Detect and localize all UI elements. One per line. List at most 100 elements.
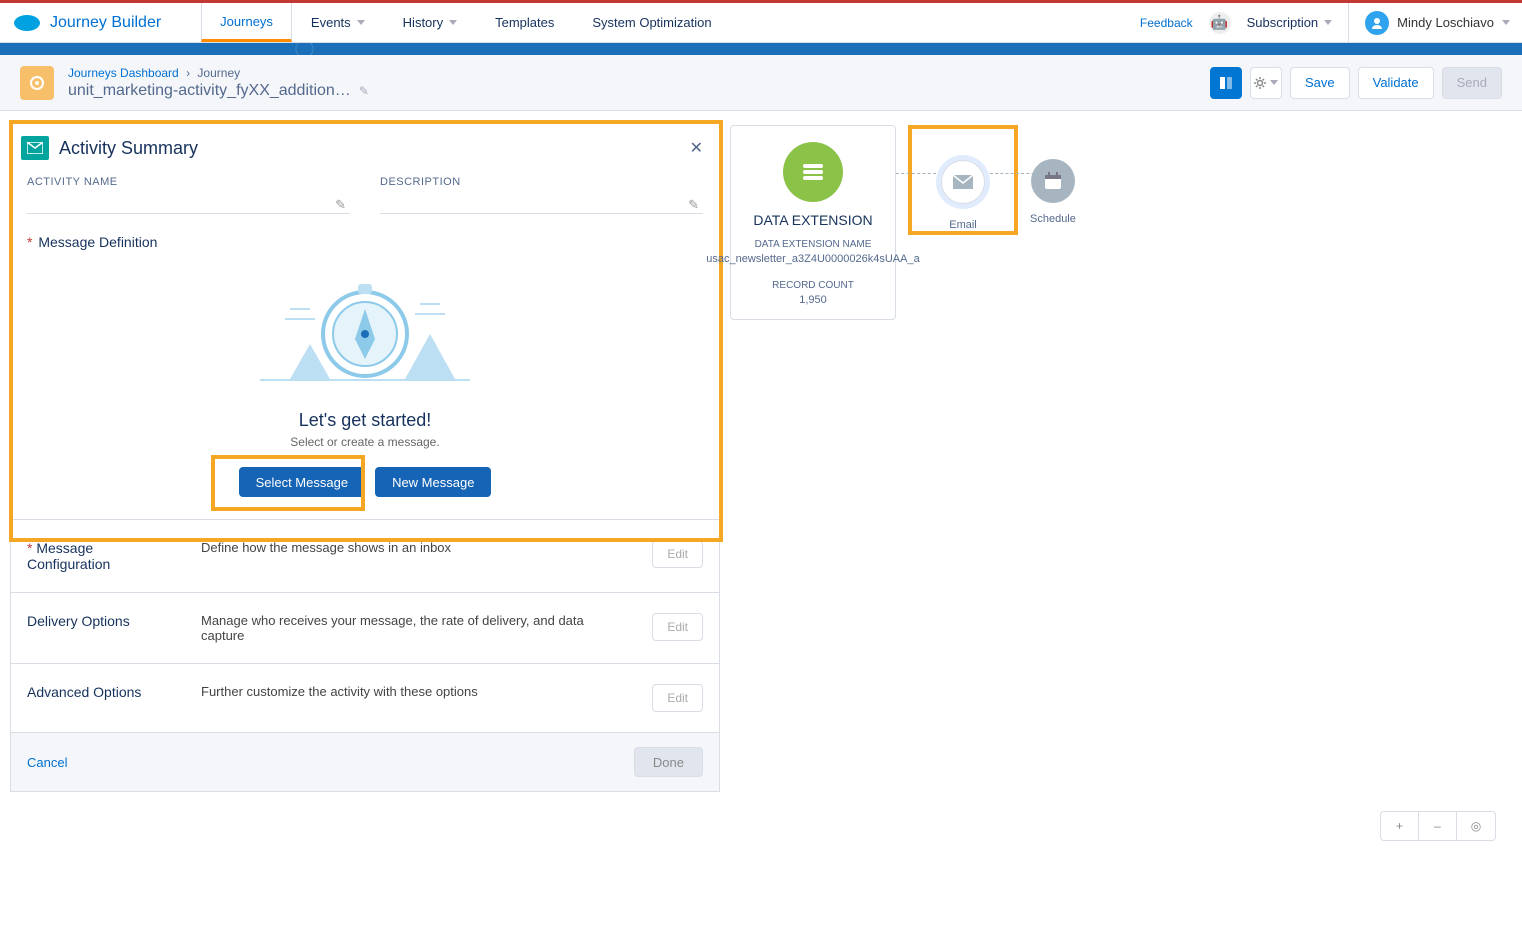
toolbar-actions: Save Validate Send	[1210, 67, 1502, 99]
chevron-down-icon	[449, 20, 457, 25]
form-row: ACTIVITY NAME ✎ DESCRIPTION ✎	[11, 170, 719, 218]
zoom-out-button[interactable]: –	[1419, 812, 1457, 840]
close-icon[interactable]: ✕	[690, 138, 703, 158]
tab-label: History	[403, 15, 443, 30]
tab-events[interactable]: Events	[292, 3, 384, 42]
email-glow	[936, 155, 990, 209]
de-name-label: DATA EXTENSION NAME	[706, 238, 919, 252]
message-definition-section: * Message Definition	[11, 218, 719, 254]
section-desc: Manage who receives your message, the ra…	[201, 613, 628, 643]
advanced-section: Advanced Options Further customize the a…	[11, 663, 719, 732]
required-marker: *	[27, 234, 32, 250]
main-area: Activity Summary ✕ ACTIVITY NAME ✎ DESCR…	[0, 111, 1522, 802]
edit-delivery-button[interactable]: Edit	[652, 613, 703, 641]
get-started-area: Let's get started! Select or create a me…	[11, 254, 719, 519]
description-input[interactable]: ✎	[380, 188, 703, 214]
edit-icon: ✎	[688, 197, 699, 213]
data-extension-icon	[783, 142, 843, 202]
panel-header: Activity Summary ✕	[11, 122, 719, 170]
zoom-controls: + – ◎	[1380, 811, 1496, 841]
section-label: Delivery Options	[27, 613, 177, 629]
de-meta: DATA EXTENSION NAME usac_newsletter_a3Z4…	[706, 238, 919, 309]
required-marker: *	[27, 540, 32, 556]
message-definition-label: Message Definition	[38, 234, 157, 250]
edit-advanced-button[interactable]: Edit	[652, 684, 703, 712]
pattern-bar	[0, 43, 1522, 55]
edit-name-icon[interactable]: ✎	[359, 84, 369, 98]
settings-button[interactable]	[1250, 67, 1282, 99]
de-name-value: usac_newsletter_a3Z4U0000026k4sUAA_a	[706, 252, 919, 267]
label-text: Message Configuration	[27, 540, 110, 572]
email-circle-icon	[941, 160, 985, 204]
done-button: Done	[634, 747, 703, 777]
button-row: Select Message New Message	[239, 467, 492, 497]
de-count-label: RECORD COUNT	[706, 279, 919, 293]
section-desc: Define how the message shows in an inbox	[201, 540, 628, 555]
chevron-down-icon	[357, 20, 365, 25]
tab-label: Events	[311, 15, 351, 30]
chevron-down-icon	[1270, 80, 1278, 85]
email-step[interactable]: Email	[936, 125, 990, 231]
journey-name-text: unit_marketing-activity_fyXX_addition…	[68, 82, 351, 100]
feedback-link[interactable]: Feedback	[1140, 16, 1193, 30]
message-config-section: * Message Configuration Define how the m…	[11, 519, 719, 592]
chevron-down-icon	[1324, 20, 1332, 25]
user-avatar-icon	[1365, 11, 1389, 35]
section-label: Advanced Options	[27, 684, 177, 700]
layout-toggle-button[interactable]	[1210, 67, 1242, 99]
tab-history[interactable]: History	[384, 3, 476, 42]
app-header: Journey Builder Journeys Events History …	[0, 3, 1522, 43]
select-message-button[interactable]: Select Message	[239, 467, 366, 497]
validate-button[interactable]: Validate	[1358, 67, 1434, 99]
delivery-section: Delivery Options Manage who receives you…	[11, 592, 719, 663]
save-button[interactable]: Save	[1290, 67, 1350, 99]
chevron-down-icon	[1502, 20, 1510, 25]
header-right: Feedback 🤖 Subscription Mindy Loschiavo	[1140, 3, 1510, 43]
edit-icon: ✎	[335, 197, 346, 213]
get-started-sub: Select or create a message.	[290, 435, 439, 449]
schedule-step[interactable]: Schedule	[1030, 125, 1076, 225]
cancel-button[interactable]: Cancel	[27, 755, 67, 770]
tab-label: Journeys	[220, 14, 273, 29]
description-group: DESCRIPTION ✎	[380, 176, 703, 214]
zoom-reset-button[interactable]: ◎	[1457, 812, 1495, 840]
schedule-label: Schedule	[1030, 213, 1076, 225]
tab-label: Templates	[495, 15, 554, 30]
schedule-circle-icon	[1031, 159, 1075, 203]
compass-illustration-icon	[250, 264, 480, 404]
connector	[896, 173, 936, 174]
subscription-label: Subscription	[1247, 15, 1319, 30]
zoom-in-button[interactable]: +	[1381, 812, 1419, 840]
de-count-value: 1,950	[706, 293, 919, 308]
breadcrumb: Journeys Dashboard › Journey	[68, 66, 369, 80]
breadcrumb-root[interactable]: Journeys Dashboard	[68, 66, 179, 80]
activity-name-label: ACTIVITY NAME	[27, 176, 350, 188]
journey-canvas: DATA EXTENSION DATA EXTENSION NAME usac_…	[730, 121, 1520, 320]
einstein-icon[interactable]: 🤖	[1209, 12, 1231, 34]
description-label: DESCRIPTION	[380, 176, 703, 188]
panel-title: Activity Summary	[59, 138, 198, 159]
user-menu[interactable]: Mindy Loschiavo	[1348, 3, 1510, 43]
email-label: Email	[949, 219, 977, 231]
edit-message-config-button[interactable]: Edit	[652, 540, 703, 568]
user-name: Mindy Loschiavo	[1397, 15, 1494, 30]
journey-icon	[20, 66, 54, 100]
tab-journeys[interactable]: Journeys	[201, 3, 292, 42]
new-message-button[interactable]: New Message	[375, 467, 491, 497]
journey-toolbar: Journeys Dashboard › Journey unit_market…	[0, 55, 1522, 111]
tab-templates[interactable]: Templates	[476, 3, 573, 42]
tab-system-optimization[interactable]: System Optimization	[573, 3, 730, 42]
send-button: Send	[1442, 67, 1502, 99]
activity-panel: Activity Summary ✕ ACTIVITY NAME ✎ DESCR…	[10, 121, 720, 792]
subscription-menu[interactable]: Subscription	[1247, 15, 1333, 30]
data-extension-card[interactable]: DATA EXTENSION DATA EXTENSION NAME usac_…	[730, 125, 896, 320]
highlight-select-message-wrap: Select Message	[239, 467, 366, 497]
breadcrumb-sep: ›	[186, 66, 190, 80]
section-desc: Further customize the activity with thes…	[201, 684, 628, 699]
nav-tabs: Journeys Events History Templates System…	[201, 3, 730, 42]
get-started-heading: Let's get started!	[299, 410, 432, 431]
email-badge-icon	[21, 136, 49, 160]
activity-name-input[interactable]: ✎	[27, 188, 350, 214]
panel-footer: Cancel Done	[11, 732, 719, 791]
journey-name: unit_marketing-activity_fyXX_addition… ✎	[68, 82, 369, 100]
